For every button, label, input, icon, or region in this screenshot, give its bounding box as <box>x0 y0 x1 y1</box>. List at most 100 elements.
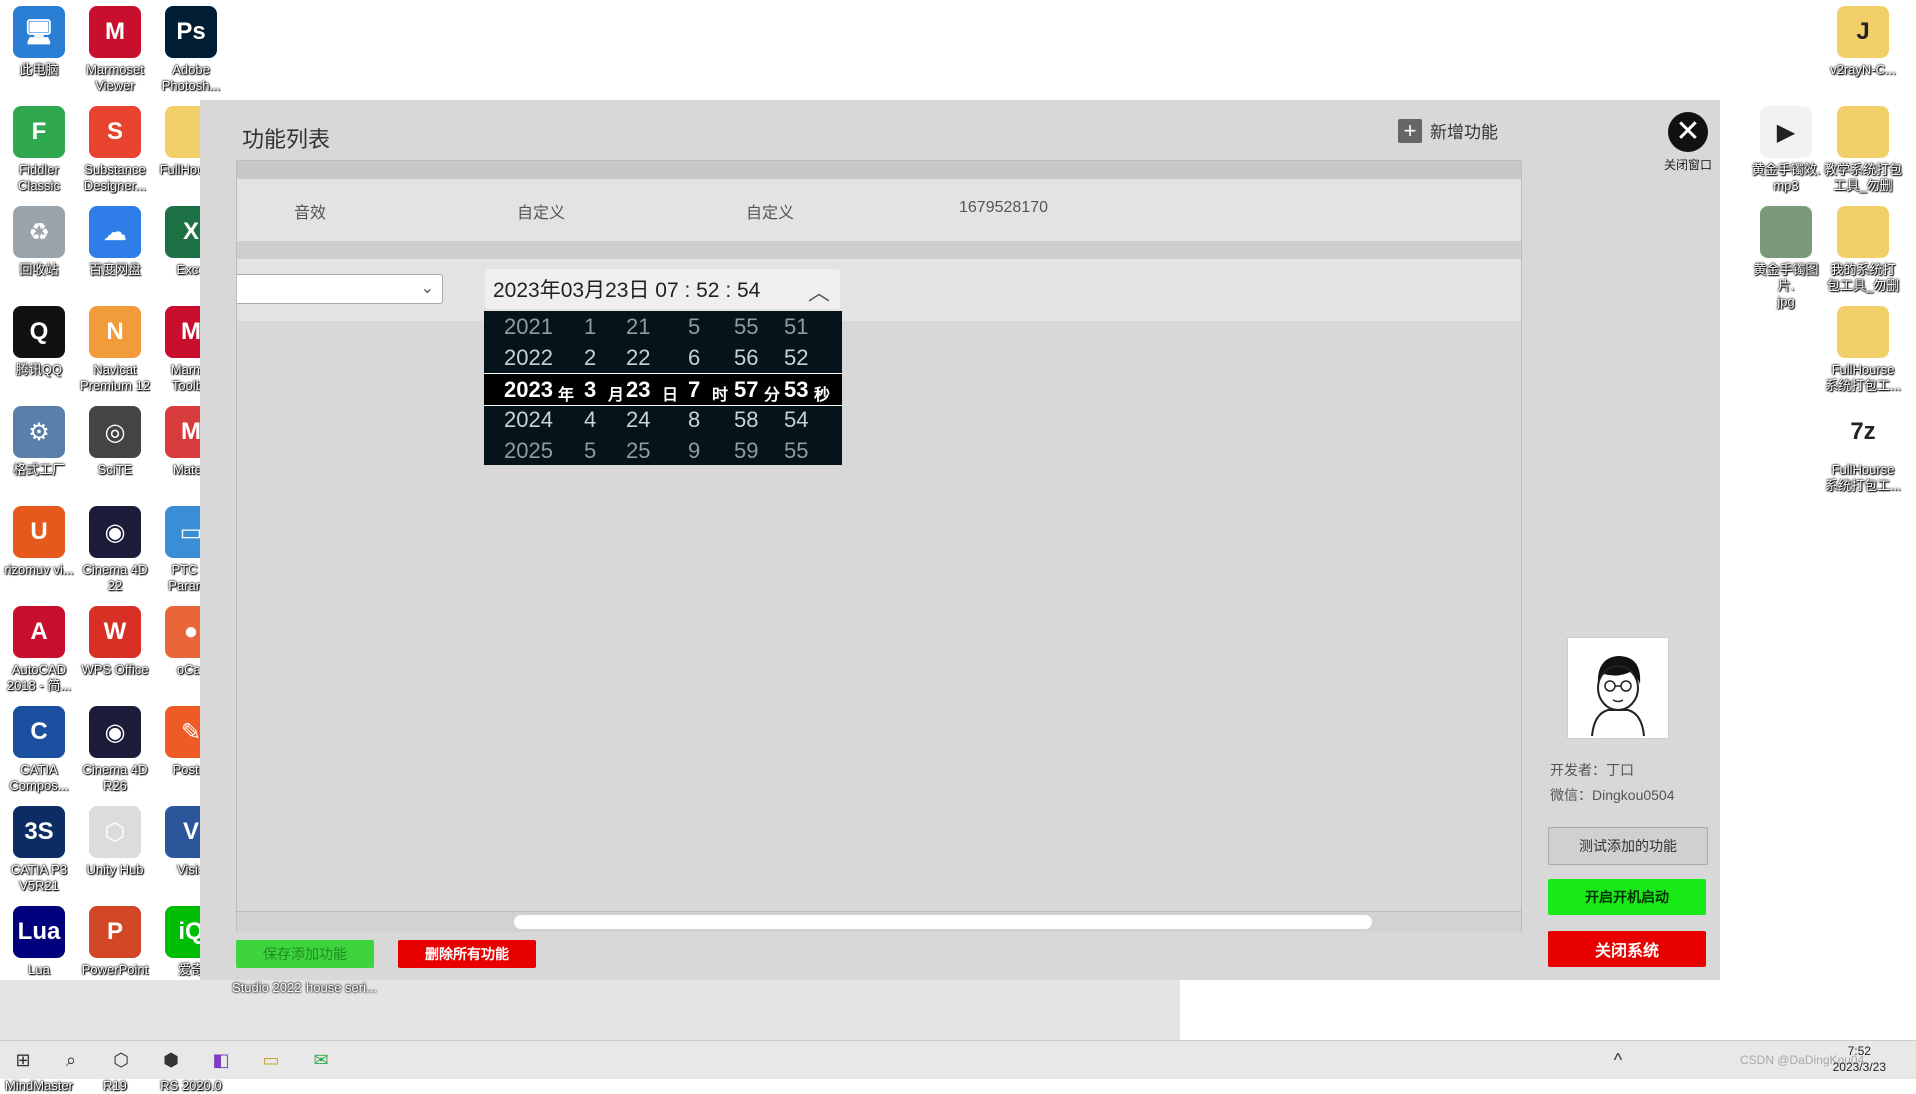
picker-value-mo: 3 <box>584 377 597 402</box>
picker-value-mi: 57 <box>734 377 759 402</box>
catia-icon: 3S <box>13 806 65 858</box>
desktop-icon-label: Navicat Premium 12 <box>79 362 151 393</box>
visual-studio-icon[interactable]: ◧ <box>208 1047 234 1073</box>
desktop-icon[interactable]: N Navicat Premium 12 <box>76 306 154 394</box>
feature-list-window: 功能列表 + 新增功能 ✕ 关闭窗口 音效 自定义 自定义 1679528170… <box>200 100 1720 980</box>
desktop-icon-label: FullHourse 系统打包工... <box>1825 462 1901 493</box>
picker-value-h: 7 <box>688 377 701 402</box>
desktop-icon[interactable]: ☁ 百度网盘 <box>76 206 154 278</box>
search-icon[interactable]: ⌕ <box>58 1047 84 1073</box>
desktop-icon[interactable]: 黄金手镯图片. jpg <box>1747 206 1825 310</box>
desktop-icon-label: 黄金手镯效. mp3 <box>1751 162 1821 193</box>
picker-value-d: 21 <box>626 314 651 339</box>
desktop-icon-label: 百度网盘 <box>88 262 141 277</box>
desktop-icon[interactable]: P PowerPoint <box>76 906 154 978</box>
file-explorer-icon[interactable]: ▭ <box>258 1047 284 1073</box>
desktop-icon[interactable]: 教学系统打包 工具_勿删 <box>1824 106 1902 194</box>
desktop-icon-label: 格式工厂 <box>12 462 65 477</box>
windows-start-icon[interactable]: ⊞ <box>10 1047 36 1073</box>
clock[interactable]: 7:52 2023/3/23 <box>1833 1043 1886 1075</box>
test-feature-button[interactable]: 测试添加的功能 <box>1548 827 1708 865</box>
desktop-icon[interactable]: ◉ Cinema 4D R26 <box>76 706 154 794</box>
desktop-bottom-strip: Studio 2022 house seri... <box>0 980 1180 1040</box>
datetime-picker[interactable]: 2021 1 21 5 55 51 2022 2 22 6 56 52 2023 年 3 月 23 日 7 时 57 分 5… <box>484 311 842 465</box>
desktop-icon-label: Cinema 4D R26 <box>82 762 148 793</box>
scrollbar-thumb[interactable] <box>514 915 1372 929</box>
desktop-icon[interactable]: FullHourse 系统打包工... <box>1824 306 1902 394</box>
enable-autostart-button[interactable]: 开启开机启动 <box>1548 879 1706 915</box>
picker-value-y: 2024 <box>504 407 553 432</box>
desktop-icon[interactable]: A AutoCAD 2018 - 简... <box>0 606 78 694</box>
desktop-icon-label: 教学系统打包 工具_勿删 <box>1824 162 1903 193</box>
feature-type-select[interactable]: ⌄ <box>237 274 443 304</box>
picker-unit-s: 秒 <box>814 387 831 404</box>
cinema4d-icon: ◉ <box>89 506 141 558</box>
substance-icon: S <box>89 106 141 158</box>
save-feature-button[interactable]: 保存添加功能 <box>236 940 374 968</box>
picker-value-mi: 58 <box>734 407 759 432</box>
picker-value-y: 2022 <box>504 345 553 370</box>
unity-taskbar-icon[interactable]: ⬡ <box>108 1047 134 1073</box>
desktop-icon[interactable]: Jv2rayN-C... <box>1824 6 1902 78</box>
desktop-icon[interactable]: ◎ SciTE <box>76 406 154 478</box>
desktop-icon[interactable]: 3S CATIA P3 V5R21 <box>0 806 78 894</box>
desktop-icon-label: Marmoset Viewer <box>86 62 144 93</box>
desktop-icon[interactable]: ◉ Cinema 4D 22 <box>76 506 154 594</box>
desktop-icon[interactable]: S Substance Designer... <box>76 106 154 194</box>
lua-icon: Lua <box>13 906 65 958</box>
desktop-icon[interactable]: Lua Lua <box>0 906 78 978</box>
feature-mode-cell: 自定义 <box>517 205 566 222</box>
image-file-icon <box>1760 206 1812 258</box>
picker-row[interactable]: 2025 5 25 9 59 55 <box>484 435 842 466</box>
desktop-icon[interactable]: 🖥 此电脑 <box>0 6 78 78</box>
desktop-icon-label: 我的系统打 包工具_勿删 <box>1826 262 1900 293</box>
desktop-icon-label: Lua <box>28 962 50 977</box>
datetime-value: 2023年03月23日 07 : 52 : 54 <box>493 279 761 302</box>
picker-row[interactable]: 2024 4 24 8 58 54 <box>484 404 842 435</box>
desktop-icon[interactable]: ▶ 黄金手镯效. mp3 <box>1747 106 1825 194</box>
horizontal-scrollbar[interactable] <box>237 911 1521 932</box>
feature-list-panel: 音效 自定义 自定义 1679528170 ⌄ 2023年03月23日 07 :… <box>236 160 1522 932</box>
plus-icon: + <box>1398 118 1422 143</box>
baidu-netdisk-icon: ☁ <box>89 206 141 258</box>
picker-value-s: 51 <box>784 314 809 339</box>
desktop-icon-label: PowerPoint <box>81 962 149 977</box>
desktop-icon[interactable]: ⬡ Unity Hub <box>76 806 154 878</box>
desktop-icon[interactable]: ⚙ 格式工厂 <box>0 406 78 478</box>
chevron-up-icon[interactable]: ^ <box>1605 1047 1631 1073</box>
folder-icon: J <box>1837 6 1889 58</box>
desktop-icon-label: CATIA P3 V5R21 <box>10 862 68 893</box>
close-system-button[interactable]: 关闭系统 <box>1548 931 1706 967</box>
picker-value-mi: 59 <box>734 438 759 463</box>
desktop-partial-label: Studio 2022 <box>232 980 302 995</box>
picker-value-d: 24 <box>626 407 651 432</box>
desktop-icon[interactable]: C CATIA Compos... <box>0 706 78 794</box>
desktop-icon[interactable]: F Fiddler Classic <box>0 106 78 194</box>
desktop-icon[interactable]: 我的系统打 包工具_勿删 <box>1824 206 1902 294</box>
desktop-icon[interactable]: 7z FullHourse 系统打包工... <box>1824 406 1902 494</box>
chevron-down-icon: ⌄ <box>420 280 434 297</box>
desktop-icon[interactable]: Ps Adobe Photosh... <box>152 6 230 94</box>
unity-hub-taskbar-icon[interactable]: ⬢ <box>158 1047 184 1073</box>
picker-selected-row[interactable]: 2023 年 3 月 23 日 7 时 57 分 53 秒 <box>484 373 842 406</box>
desktop-icon[interactable]: ♻ 回收站 <box>0 206 78 278</box>
picker-value-s: 52 <box>784 345 809 370</box>
chevron-up-icon[interactable]: ︿ <box>808 275 830 307</box>
delete-all-features-button[interactable]: 删除所有功能 <box>398 940 536 968</box>
autocad-icon: A <box>13 606 65 658</box>
wechat-icon[interactable]: ✉ <box>308 1047 334 1073</box>
fiddler-icon: F <box>13 106 65 158</box>
picker-unit-mo: 月 <box>608 387 625 404</box>
datetime-input[interactable]: 2023年03月23日 07 : 52 : 54 ︿ <box>485 269 840 309</box>
add-feature-button[interactable]: + 新增功能 <box>1398 118 1498 143</box>
desktop-icon[interactable]: W WPS Office <box>76 606 154 678</box>
desktop-icon[interactable]: Q 腾讯QQ <box>0 306 78 378</box>
desktop-icon[interactable]: Urizomuv vi... <box>0 506 78 578</box>
desktop-icon[interactable]: M Marmoset Viewer <box>76 6 154 94</box>
picker-row[interactable]: 2021 1 21 5 55 51 <box>484 311 842 342</box>
row-separator <box>237 241 1521 259</box>
close-window-button[interactable]: ✕ 关闭窗口 <box>1658 112 1718 173</box>
picker-row[interactable]: 2022 2 22 6 56 52 <box>484 342 842 373</box>
feature-row[interactable]: 音效 自定义 自定义 1679528170 <box>237 179 1521 241</box>
picker-unit-y: 年 <box>558 387 575 404</box>
